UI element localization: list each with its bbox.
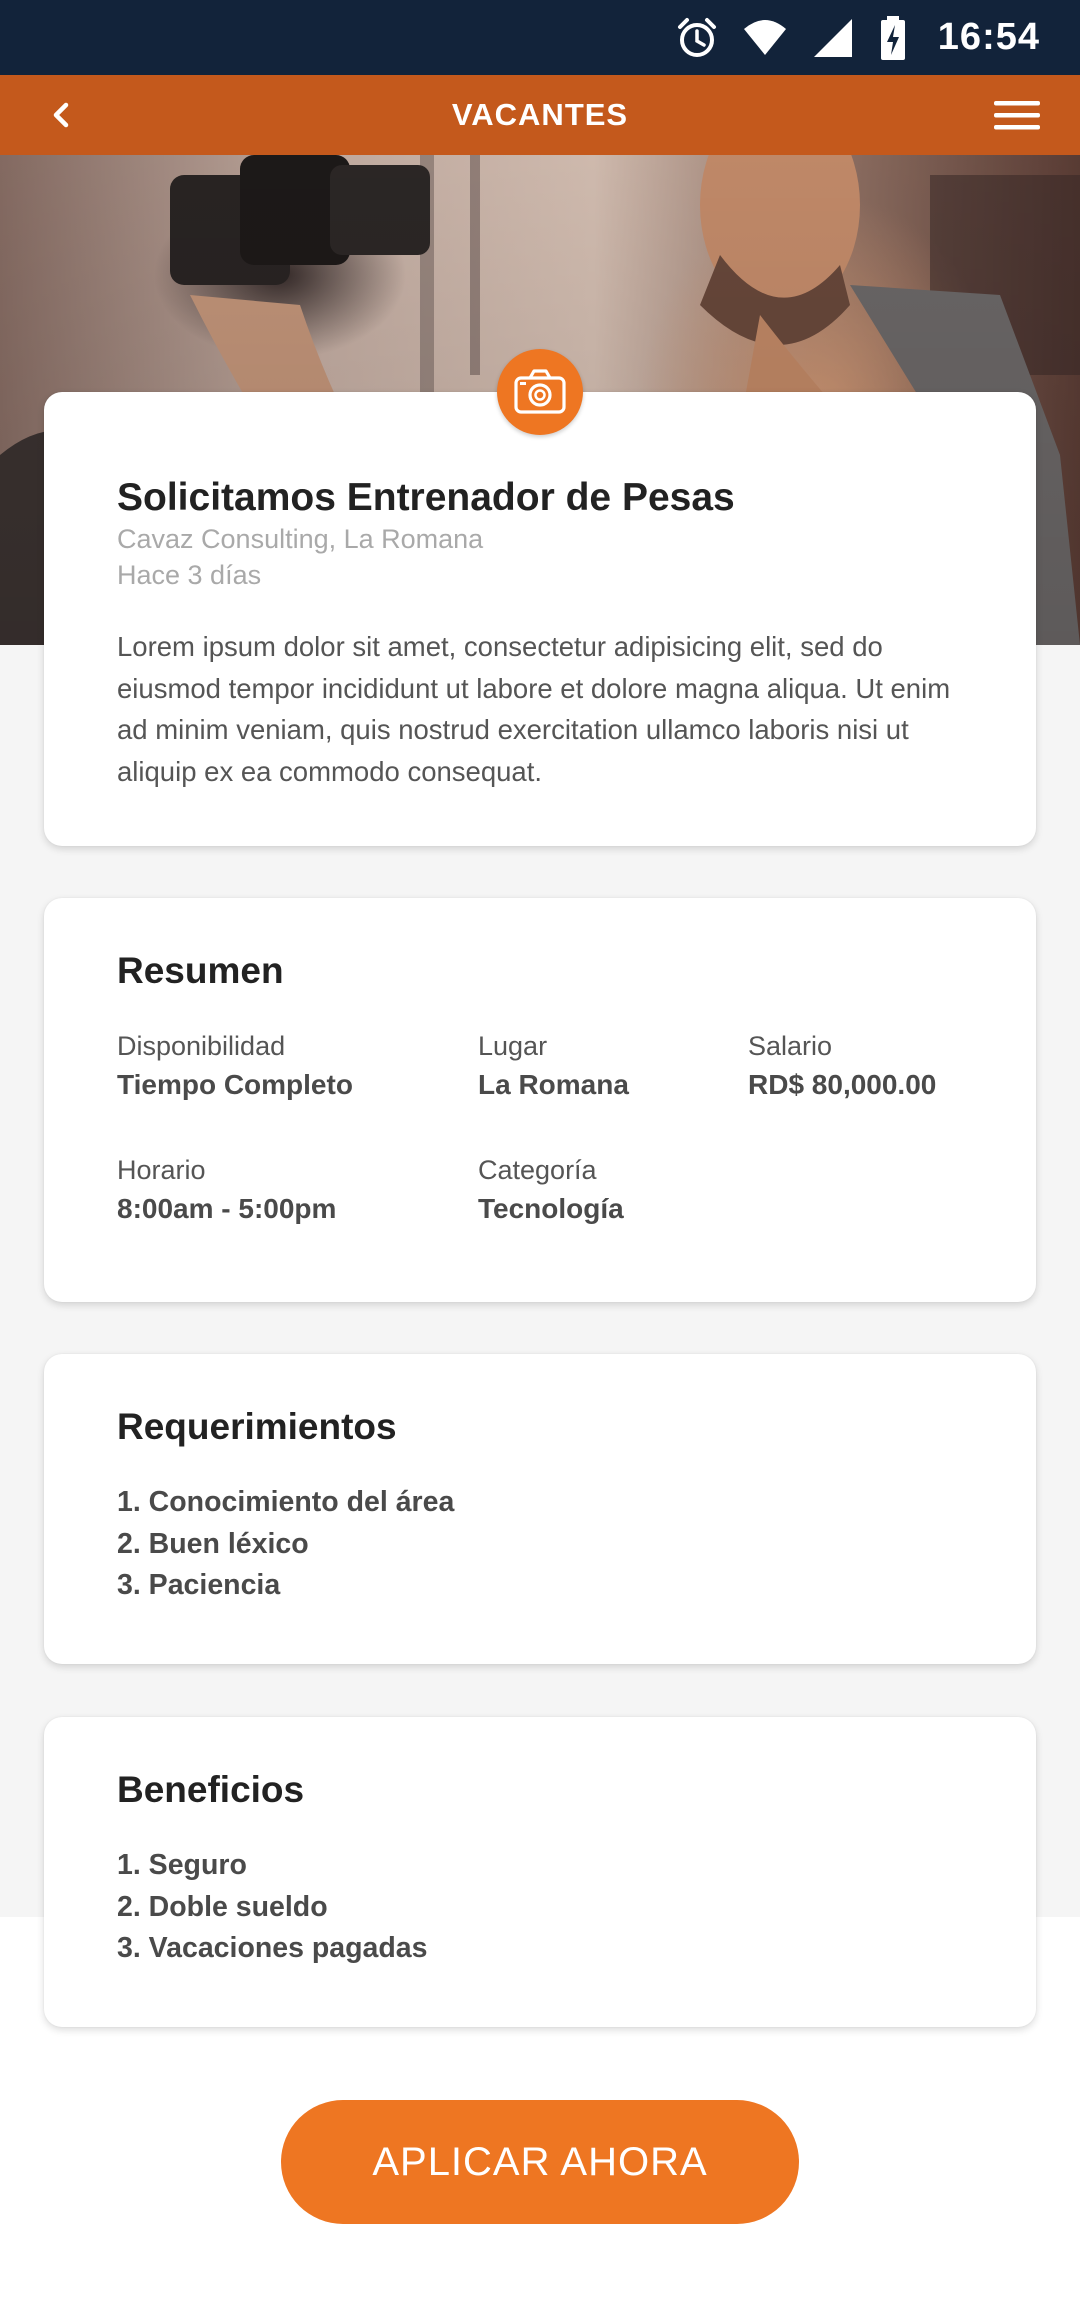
job-posted-date: Hace 3 días — [117, 560, 262, 590]
field-location: Lugar La Romana — [478, 1027, 629, 1105]
job-card: Solicitamos Entrenador de Pesas Cavaz Co… — [44, 392, 1036, 846]
benefits-card: Beneficios 1. Seguro 2. Doble sueldo 3. … — [44, 1717, 1036, 2027]
field-label: Salario — [748, 1031, 833, 1061]
requirements-list: 1. Conocimiento del área 2. Buen léxico … — [117, 1482, 454, 1607]
hamburger-menu-icon — [994, 101, 1040, 130]
menu-button[interactable] — [990, 89, 1046, 141]
field-value: Tecnología — [478, 1193, 624, 1224]
back-arrow-icon — [53, 102, 69, 128]
list-item: 2. Buen léxico — [117, 1527, 309, 1560]
job-title: Solicitamos Entrenador de Pesas — [117, 476, 735, 519]
requirements-card: Requerimientos 1. Conocimiento del área … — [44, 1354, 1036, 1664]
list-item: 1. Conocimiento del área — [117, 1486, 455, 1518]
app-bar: VACANTES — [0, 75, 1080, 155]
status-time: 16:54 — [937, 16, 1040, 58]
benefits-list: 1. Seguro 2. Doble sueldo 3. Vacaciones … — [117, 1845, 428, 1970]
field-salary: Salario RD$ 80,000.00 — [748, 1027, 936, 1105]
summary-title: Resumen — [117, 950, 284, 991]
summary-card: Resumen Disponibilidad Tiempo Completo L… — [44, 898, 1036, 1302]
list-item: 3. Paciencia — [117, 1569, 281, 1601]
wifi-icon — [742, 15, 788, 61]
job-company: Cavaz Consulting, La Romana — [117, 524, 484, 554]
field-value: Tiempo Completo — [117, 1069, 353, 1100]
field-value: RD$ 80,000.00 — [748, 1069, 937, 1100]
field-availability: Disponibilidad Tiempo Completo — [117, 1027, 353, 1105]
field-label: Lugar — [478, 1031, 548, 1061]
field-value: La Romana — [478, 1069, 629, 1100]
apply-now-button[interactable]: APLICAR AHORA — [281, 2100, 799, 2224]
cell-signal-icon — [810, 15, 856, 61]
battery-charging-icon — [878, 15, 908, 61]
back-button[interactable] — [36, 89, 88, 141]
list-item: 3. Vacaciones pagadas — [117, 1932, 428, 1964]
camera-icon — [514, 369, 566, 414]
field-label: Horario — [117, 1155, 206, 1185]
list-item: 2. Doble sueldo — [117, 1890, 328, 1923]
requirements-title: Requerimientos — [117, 1406, 397, 1447]
field-category: Categoría Tecnología — [478, 1151, 624, 1229]
page-title: VACANTES — [451, 97, 629, 132]
alarm-icon — [674, 15, 720, 61]
list-item: 1. Seguro — [117, 1849, 247, 1881]
field-label: Disponibilidad — [117, 1031, 286, 1061]
benefits-title: Beneficios — [117, 1769, 305, 1810]
field-schedule: Horario 8:00am - 5:00pm — [117, 1151, 336, 1229]
camera-badge[interactable] — [497, 349, 583, 435]
field-value: 8:00am - 5:00pm — [117, 1193, 337, 1224]
field-label: Categoría — [478, 1155, 597, 1185]
job-description: Lorem ipsum dolor sit amet, consectetur … — [117, 631, 951, 787]
status-bar: 16:54 — [0, 0, 1080, 75]
